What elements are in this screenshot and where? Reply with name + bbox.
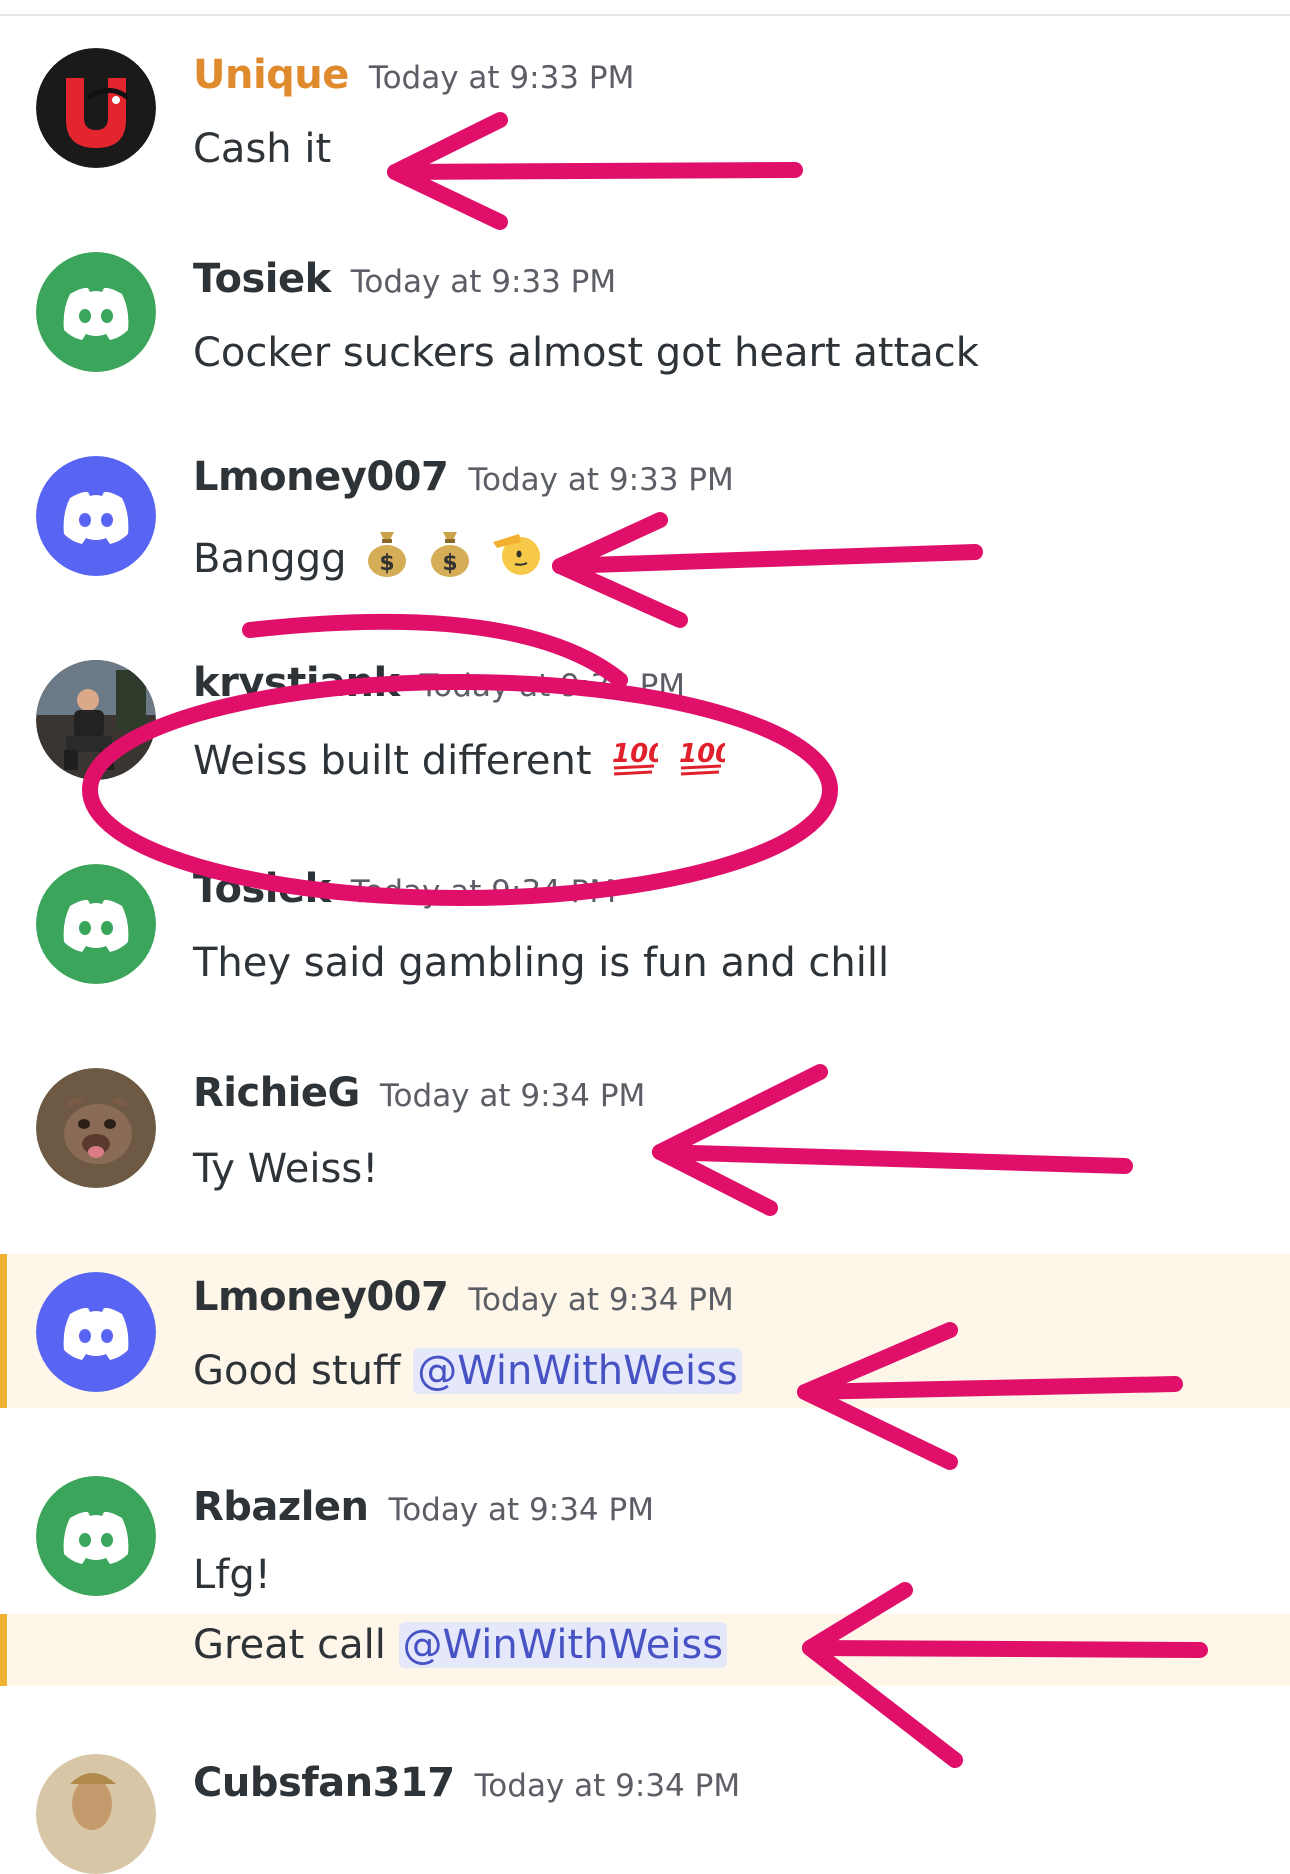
username[interactable]: Tosiek <box>193 256 331 302</box>
timestamp: Today at 9:34 PM <box>388 1492 654 1528</box>
timestamp: Today at 9:34 PM <box>379 1078 646 1114</box>
username[interactable]: Unique <box>193 52 349 98</box>
svg-text:100: 100 <box>612 739 658 769</box>
username[interactable]: krystiank <box>193 660 400 706</box>
user-photo[interactable] <box>36 660 156 780</box>
message-text: Ty Weiss! <box>193 1146 379 1192</box>
timestamp: Today at 9:34 PM <box>350 874 617 910</box>
svg-text:$: $ <box>442 551 457 576</box>
svg-text:100: 100 <box>679 739 725 769</box>
discord-logo-icon[interactable] <box>36 456 156 576</box>
discord-logo-icon[interactable] <box>36 1272 156 1392</box>
annotation-arrow <box>387 112 508 230</box>
money-bag-icon: $ <box>428 528 472 588</box>
message-text: Cocker suckers almost got heart attack <box>193 330 979 376</box>
timestamp: Today at 9:33 PM <box>350 264 617 300</box>
username[interactable]: Cubsfan317 <box>193 1760 455 1806</box>
money-bag-icon: $ <box>365 528 409 588</box>
dog-photo[interactable] <box>36 1068 156 1188</box>
annotation-arrow <box>652 1144 1133 1174</box>
unique-logo-icon[interactable] <box>36 48 156 168</box>
svg-text:$: $ <box>380 551 395 576</box>
message-text: Cash it <box>193 126 332 172</box>
hundred-points-icon: 100 <box>610 734 667 790</box>
top-divider <box>0 14 1290 16</box>
username[interactable]: RichieG <box>193 1070 360 1116</box>
timestamp: Today at 9:33 PM <box>419 668 686 704</box>
message-text: Banggg <box>193 536 347 582</box>
hundred-points-icon: 100 <box>677 734 733 790</box>
discord-logo-icon[interactable] <box>36 252 156 372</box>
message-text: Weiss built different <box>193 738 592 784</box>
painting-photo[interactable] <box>36 1754 156 1874</box>
annotation-arrow <box>552 544 983 574</box>
user-mention[interactable]: @WinWithWeiss <box>413 1348 742 1394</box>
message-text: Great call <box>193 1622 386 1668</box>
annotation-arrow <box>387 162 803 180</box>
user-mention[interactable]: @WinWithWeiss <box>398 1622 728 1668</box>
annotation-arrow <box>552 512 688 628</box>
username[interactable]: Tosiek <box>193 866 331 912</box>
message-body: Weiss built different 100 100 <box>193 734 733 790</box>
message-body: Good stuff @WinWithWeiss <box>193 1348 742 1394</box>
annotation-arrow <box>652 1064 828 1216</box>
timestamp: Today at 9:33 PM <box>468 462 734 498</box>
username[interactable]: Lmoney007 <box>193 1274 449 1320</box>
username[interactable]: Lmoney007 <box>193 454 449 500</box>
message-text: Lfg! <box>193 1552 271 1598</box>
message-text: Good stuff <box>193 1348 401 1394</box>
message-text: They said gambling is fun and chill <box>193 940 890 986</box>
timestamp: Today at 9:33 PM <box>368 60 635 96</box>
timestamp: Today at 9:34 PM <box>468 1282 734 1318</box>
message-body: Great call @WinWithWeiss <box>193 1622 728 1668</box>
discord-logo-icon[interactable] <box>36 864 156 984</box>
timestamp: Today at 9:34 PM <box>474 1768 741 1804</box>
saluting-face-icon <box>491 528 541 588</box>
discord-logo-icon[interactable] <box>36 1476 156 1596</box>
message-body: Banggg $ $ <box>193 528 541 588</box>
username[interactable]: Rbazlen <box>193 1484 369 1530</box>
